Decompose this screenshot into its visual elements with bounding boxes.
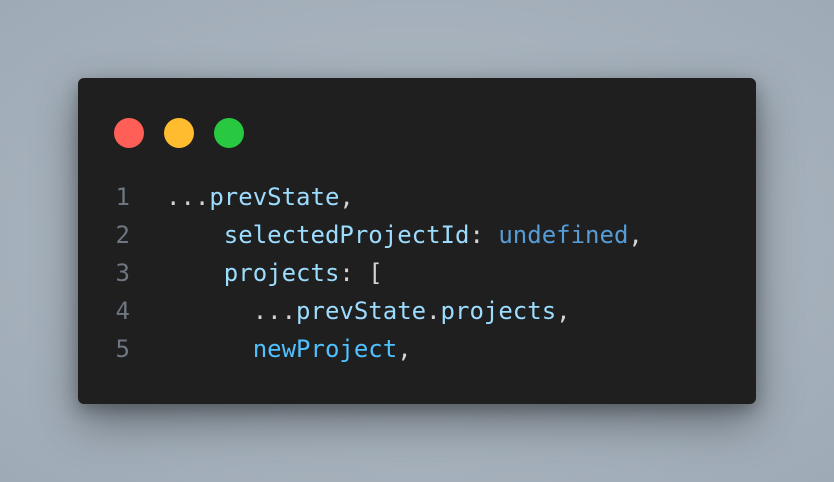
code-content: ...prevState.projects,	[166, 292, 571, 330]
code-token: ,	[628, 221, 643, 249]
code-token: selectedProjectId	[223, 221, 470, 249]
traffic-lights	[114, 118, 244, 148]
code-token: prevState	[209, 183, 340, 211]
close-button[interactable]	[114, 118, 144, 148]
line-number: 5	[115, 335, 130, 363]
code-line: 5 newProject,	[78, 330, 756, 368]
code-token: projects	[223, 259, 340, 287]
line-number: 3	[115, 259, 130, 287]
line-number: 2	[115, 221, 130, 249]
code-token: ...	[166, 297, 297, 325]
code-line: 1 ...prevState,	[78, 178, 756, 216]
code-token: ,	[556, 297, 571, 325]
code-block: 1 ...prevState, 2 selectedProjectId: undef…	[78, 178, 756, 368]
code-line: 2 selectedProjectId: undefined,	[78, 216, 756, 254]
code-token: projects	[440, 297, 557, 325]
code-token: prevState	[296, 297, 427, 325]
code-content: projects: [	[166, 254, 383, 292]
minimize-button[interactable]	[164, 118, 194, 148]
line-number: 1	[115, 183, 130, 211]
code-token: : [	[339, 259, 383, 287]
code-line: 4 ...prevState.projects,	[78, 292, 756, 330]
code-token: ,	[397, 335, 412, 363]
code-content: ...prevState,	[166, 178, 354, 216]
maximize-button[interactable]	[214, 118, 244, 148]
code-content: newProject,	[166, 330, 412, 368]
code-token: :	[469, 221, 499, 249]
code-token: undefined	[498, 221, 629, 249]
code-window: 1 ...prevState, 2 selectedProjectId: undef…	[78, 78, 756, 404]
code-token: ...	[166, 183, 210, 211]
code-token: .	[426, 297, 441, 325]
code-content: selectedProjectId: undefined,	[166, 216, 643, 254]
code-line: 3 projects: [	[78, 254, 756, 292]
line-number: 4	[115, 297, 130, 325]
code-token: ,	[339, 183, 354, 211]
code-token: newProject	[252, 335, 398, 363]
